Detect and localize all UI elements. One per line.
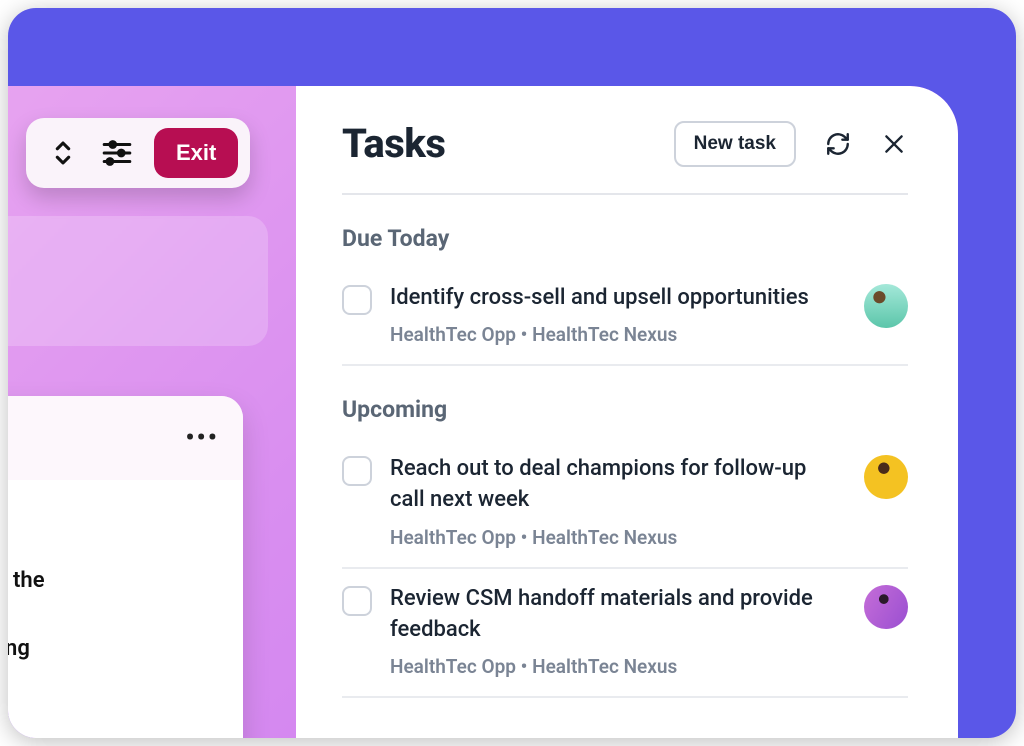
note-line: s yet: [8, 667, 217, 701]
assignee-avatar[interactable]: [864, 284, 908, 328]
more-icon[interactable]: •••: [185, 418, 219, 458]
panel-actions: New task: [674, 121, 908, 167]
tasks-panel: Tasks New task Due Today Identify cross-…: [296, 86, 958, 738]
task-checkbox[interactable]: [342, 586, 372, 616]
app-frame: Exit al age days ••• budget tions, so th…: [8, 8, 1016, 738]
workspace-surface: Exit al age days ••• budget tions, so th…: [8, 86, 958, 738]
task-title: Identify cross-sell and upsell opportuni…: [390, 282, 846, 313]
note-line: budget: [8, 530, 217, 564]
sliders-icon[interactable]: [100, 136, 134, 170]
assignee-avatar[interactable]: [864, 585, 908, 629]
task-checkbox[interactable]: [342, 285, 372, 315]
task-meta: HealthTec Opp • HealthTec Nexus: [390, 323, 846, 346]
section-due-today: Due Today: [342, 225, 908, 252]
new-task-button[interactable]: New task: [674, 121, 796, 167]
note-line: on-making: [8, 632, 217, 666]
task-body: Review CSM handoff materials and provide…: [390, 583, 846, 678]
task-title: Reach out to deal champions for follow-u…: [390, 453, 846, 515]
section-upcoming: Upcoming: [342, 396, 908, 423]
tasks-panel-header: Tasks New task: [342, 120, 908, 195]
task-body: Reach out to deal champions for follow-u…: [390, 453, 846, 548]
task-meta: HealthTec Opp • HealthTec Nexus: [390, 526, 846, 549]
note-card: ••• budget tions, so the on-making s yet: [8, 396, 243, 738]
refresh-icon[interactable]: [824, 130, 852, 158]
panel-title: Tasks: [342, 120, 445, 167]
assignee-avatar[interactable]: [864, 455, 908, 499]
task-title: Review CSM handoff materials and provide…: [390, 583, 846, 645]
exit-button[interactable]: Exit: [154, 128, 238, 178]
close-icon[interactable]: [880, 130, 908, 158]
note-line: tions, so the: [8, 564, 217, 598]
left-toolbar: Exit: [26, 118, 250, 188]
context-line: days: [8, 281, 242, 322]
task-row[interactable]: Reach out to deal champions for follow-u…: [342, 439, 908, 568]
task-meta: HealthTec Opp • HealthTec Nexus: [390, 655, 846, 678]
task-checkbox[interactable]: [342, 456, 372, 486]
note-card-header: •••: [8, 396, 243, 480]
task-row[interactable]: Identify cross-sell and upsell opportuni…: [342, 268, 908, 366]
task-row[interactable]: Review CSM handoff materials and provide…: [342, 569, 908, 698]
sort-icon[interactable]: [46, 136, 80, 170]
context-card: al age days: [8, 216, 268, 346]
task-body: Identify cross-sell and upsell opportuni…: [390, 282, 846, 346]
context-line: al age: [8, 240, 242, 281]
